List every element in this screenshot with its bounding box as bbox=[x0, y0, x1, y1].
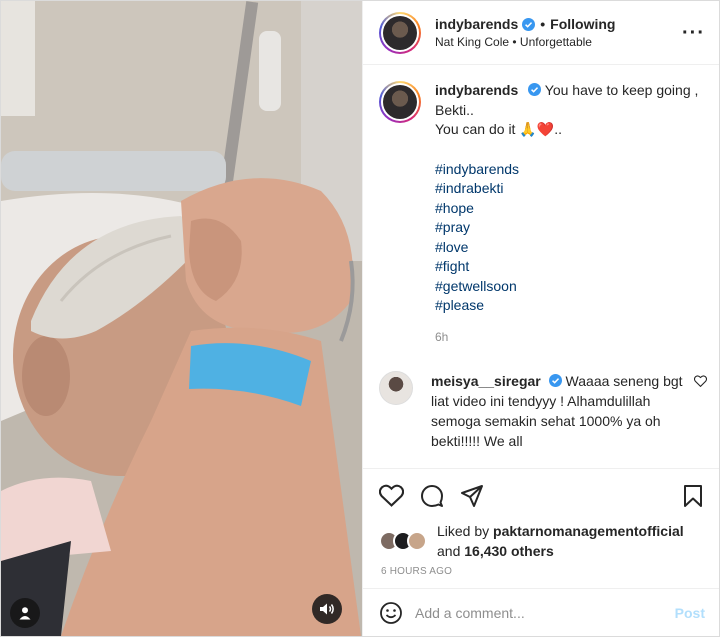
more-options-icon[interactable]: ··· bbox=[682, 23, 705, 43]
separator-dot: • bbox=[540, 16, 546, 32]
comment-composer: Post bbox=[363, 588, 719, 636]
likes-prefix: Liked by bbox=[437, 523, 490, 539]
likes-conjunction: and bbox=[437, 543, 461, 559]
commenter-avatar[interactable] bbox=[379, 371, 413, 405]
audio-toggle-button[interactable] bbox=[312, 594, 342, 624]
user-icon bbox=[19, 607, 31, 620]
caption-text-line2: You can do it 🙏❤️.. bbox=[435, 121, 562, 137]
verified-badge-icon bbox=[528, 83, 542, 96]
hashtag-link[interactable]: #pray bbox=[435, 218, 703, 238]
speaker-icon bbox=[320, 603, 334, 615]
like-comment-heart-icon[interactable] bbox=[694, 375, 707, 387]
tagged-users-button[interactable] bbox=[10, 598, 40, 628]
commenter-username-link[interactable]: meisya__siregar bbox=[431, 373, 541, 389]
post-header: indybarends • Following Nat King Cole • … bbox=[363, 1, 719, 65]
like-heart-icon[interactable] bbox=[379, 484, 404, 507]
author-avatar[interactable] bbox=[379, 11, 421, 54]
caption-author-link[interactable]: indybarends bbox=[435, 82, 518, 98]
instagram-post-view: indybarends • Following Nat King Cole • … bbox=[0, 0, 720, 637]
hashtag-link[interactable]: #hope bbox=[435, 199, 703, 219]
hashtag-link[interactable]: #indrabekti bbox=[435, 179, 703, 199]
caption-author-avatar[interactable] bbox=[379, 81, 421, 123]
hashtag-link[interactable]: #indybarends bbox=[435, 160, 703, 180]
hashtag-link[interactable]: #getwellsoon bbox=[435, 277, 703, 297]
comment-input[interactable] bbox=[415, 604, 675, 621]
author-username-link[interactable]: indybarends bbox=[435, 16, 518, 32]
comment-item: meisya__siregar Waaaa seneng bgt liat vi… bbox=[379, 371, 707, 451]
liker-avatars[interactable] bbox=[379, 531, 427, 551]
hashtag-link[interactable]: #love bbox=[435, 238, 703, 258]
likes-count-link[interactable]: 16,430 others bbox=[464, 543, 554, 559]
comments-section[interactable]: indybarends You have to keep going , Bek… bbox=[363, 65, 719, 468]
caption: indybarends You have to keep going , Bek… bbox=[379, 81, 703, 347]
action-bar bbox=[363, 468, 719, 522]
hashtag-list: #indybarends #indrabekti #hope #pray #lo… bbox=[435, 160, 703, 316]
audio-attribution-link[interactable]: Nat King Cole • Unforgettable bbox=[435, 35, 682, 49]
comment-bubble-icon[interactable] bbox=[420, 484, 444, 508]
hashtag-link[interactable]: #please bbox=[435, 296, 703, 316]
share-paper-plane-icon[interactable] bbox=[460, 484, 484, 508]
post-timestamp[interactable]: 6 HOURS AGO bbox=[363, 560, 719, 588]
hospital-photo bbox=[1, 1, 362, 636]
emoji-icon[interactable] bbox=[379, 601, 403, 625]
verified-badge-icon bbox=[522, 17, 536, 31]
post-media[interactable] bbox=[1, 1, 362, 636]
verified-badge-icon bbox=[548, 374, 562, 387]
hashtag-link[interactable]: #fight bbox=[435, 257, 703, 277]
post-comment-button[interactable]: Post bbox=[675, 605, 705, 621]
liked-by-user-link[interactable]: paktarnomanagementofficial bbox=[493, 523, 684, 539]
post-side-panel: indybarends • Following Nat King Cole • … bbox=[362, 1, 719, 636]
caption-age[interactable]: 6h bbox=[435, 328, 703, 348]
likes-summary: Liked by paktarnomanagementofficial and … bbox=[363, 522, 719, 560]
following-button[interactable]: Following bbox=[550, 16, 615, 32]
save-bookmark-icon[interactable] bbox=[683, 484, 703, 508]
